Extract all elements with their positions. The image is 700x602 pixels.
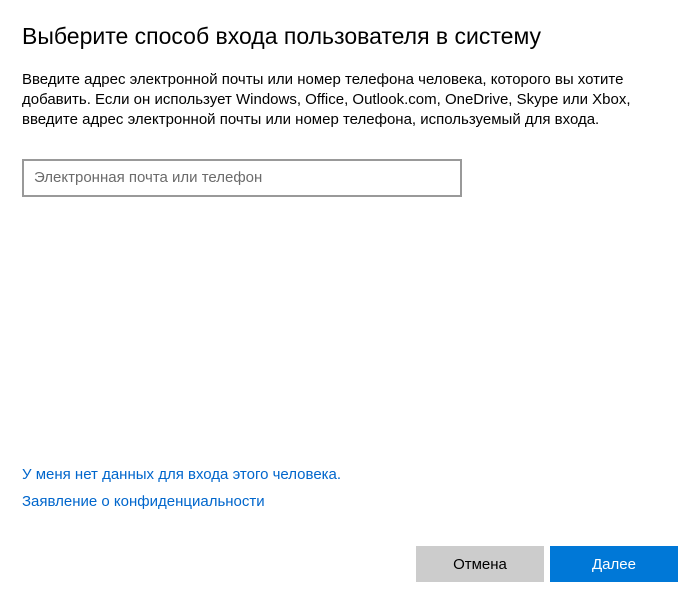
no-credentials-link[interactable]: У меня нет данных для входа этого челове…: [22, 466, 341, 483]
dialog-description: Введите адрес электронной почты или номе…: [22, 70, 678, 131]
links-section: У меня нет данных для входа этого челове…: [22, 466, 341, 520]
next-button[interactable]: Далее: [550, 546, 678, 582]
button-bar: Отмена Далее: [416, 546, 678, 582]
privacy-statement-link[interactable]: Заявление о конфиденциальности: [22, 493, 341, 510]
email-or-phone-input[interactable]: [22, 159, 462, 197]
dialog-title: Выберите способ входа пользователя в сис…: [22, 22, 678, 52]
cancel-button[interactable]: Отмена: [416, 546, 544, 582]
